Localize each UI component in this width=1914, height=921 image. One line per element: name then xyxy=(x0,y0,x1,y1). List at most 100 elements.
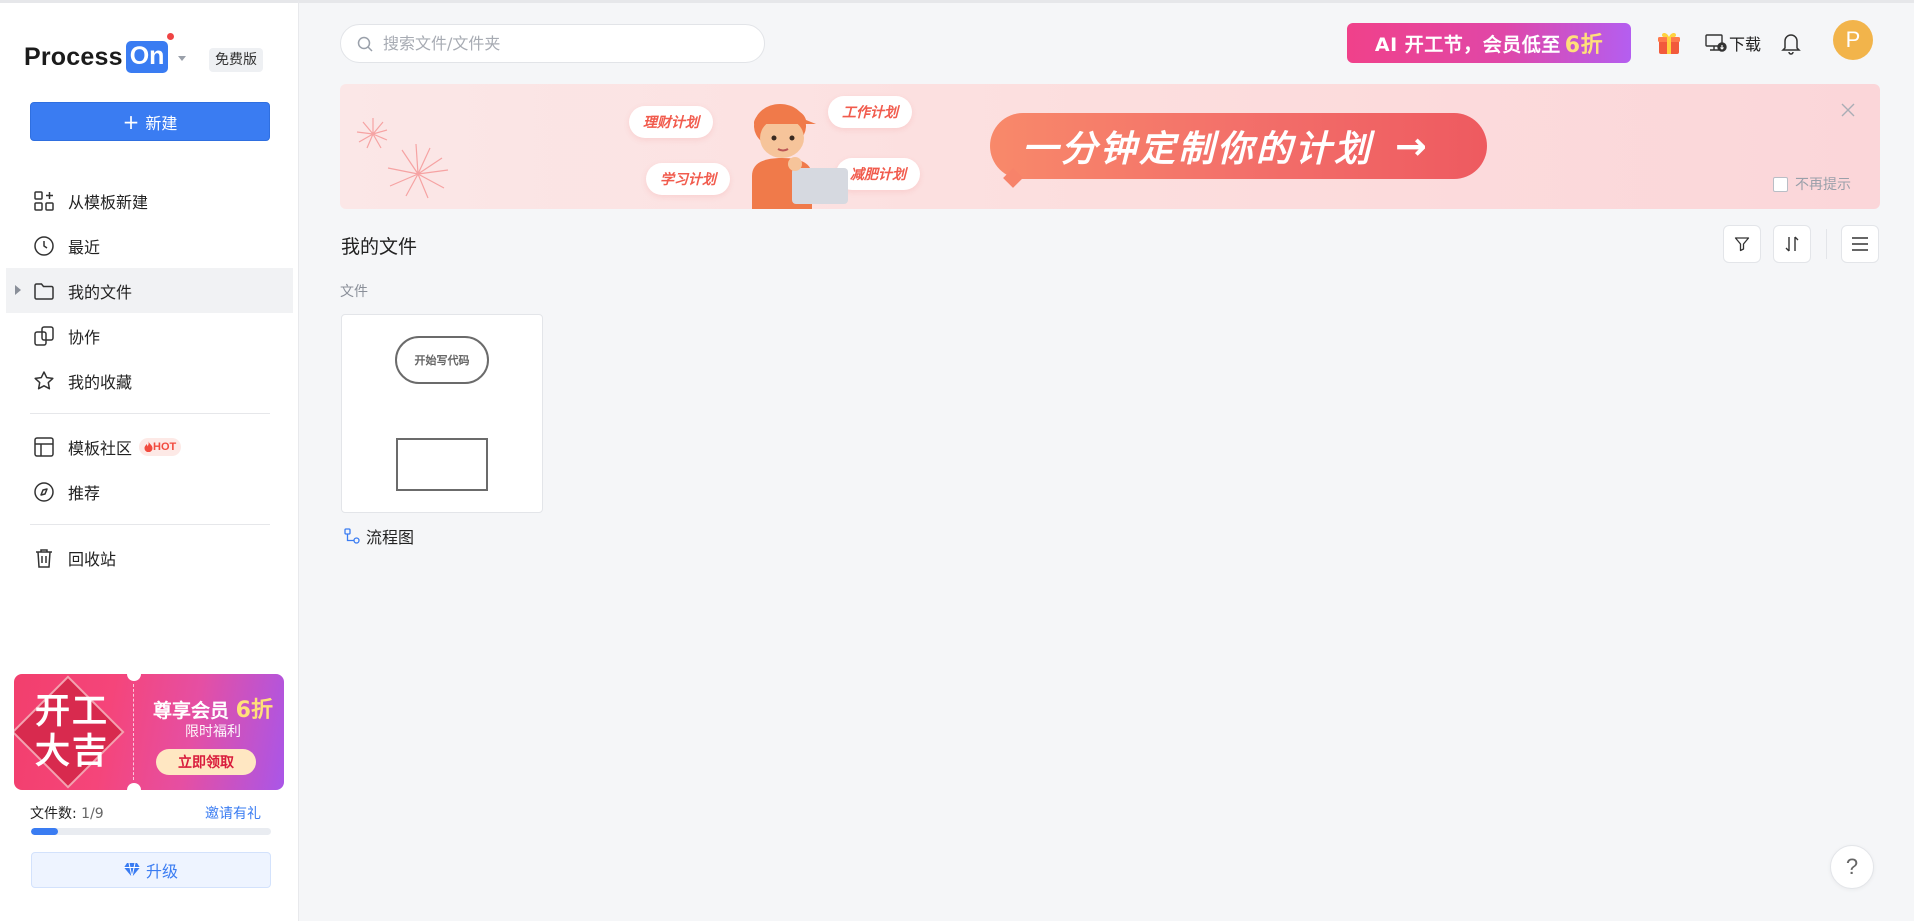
gift-icon[interactable] xyxy=(1656,30,1682,56)
claim-button[interactable]: 立即领取 xyxy=(156,749,256,775)
divider xyxy=(30,413,270,414)
no-remind-checkbox[interactable]: 不再提示 xyxy=(1773,174,1851,194)
search-icon xyxy=(357,36,373,52)
notification-dot xyxy=(167,33,175,40)
edition-badge[interactable]: 免费版 xyxy=(209,48,263,72)
download-label: 下载 xyxy=(1729,35,1762,54)
character-illustration xyxy=(752,104,848,209)
sidebar-item-template-community[interactable]: 模板社区 HOT xyxy=(6,424,293,469)
promo-notch xyxy=(127,783,141,790)
arrow-right-icon: → xyxy=(1395,124,1430,168)
file-card[interactable]: 开始写代码 xyxy=(341,314,543,513)
promo-discount: 6折 xyxy=(235,698,273,723)
sidebar-nav: 从模板新建 最近 我的文件 协作 我的收藏 模板社区 HOT 推荐 回收站 xyxy=(6,178,293,580)
filter-icon xyxy=(1734,237,1750,252)
plan-tag[interactable]: 理财计划 xyxy=(629,106,713,138)
diamond-icon xyxy=(123,863,140,877)
clock-icon xyxy=(33,235,55,257)
sidebar-item-label: 模板社区 xyxy=(68,438,133,458)
promo-title-text: 尊享会员 xyxy=(153,700,230,722)
download-button[interactable]: 下载 xyxy=(1705,30,1761,56)
list-view-button[interactable] xyxy=(1841,225,1879,263)
ai-promo-banner[interactable]: AI 开工节，会员低至 6折 xyxy=(1347,23,1631,63)
toolbar-divider xyxy=(1826,229,1827,259)
sidebar-item-label: 从模板新建 xyxy=(68,192,149,212)
sidebar-item-label: 最近 xyxy=(68,237,101,257)
sidebar-item-label: 我的文件 xyxy=(68,282,133,302)
hot-badge-text: HOT xyxy=(153,440,177,453)
plan-cta-text: 一分钟定制你的计划 xyxy=(1022,129,1374,170)
firework-decoration xyxy=(356,118,449,199)
invite-link[interactable]: 邀请有礼 xyxy=(205,803,261,823)
thumbnail-process-node xyxy=(396,438,488,491)
flowchart-icon xyxy=(344,528,360,544)
no-remind-label: 不再提示 xyxy=(1795,177,1851,193)
logo-on-text: On xyxy=(129,42,165,70)
new-button[interactable]: + 新建 xyxy=(30,102,270,141)
thumbnail-start-node: 开始写代码 xyxy=(395,336,489,384)
flame-icon xyxy=(144,441,153,452)
hot-badge: HOT xyxy=(139,437,182,456)
ai-banner-discount: 6折 xyxy=(1564,33,1604,58)
divider xyxy=(30,524,270,525)
search-box[interactable] xyxy=(340,24,765,63)
close-icon[interactable] xyxy=(1840,102,1856,118)
bell-icon[interactable] xyxy=(1780,31,1802,55)
plan-tag[interactable]: 学习计划 xyxy=(646,163,730,195)
avatar[interactable]: P xyxy=(1833,20,1873,60)
file-count: 文件数: 1/9 xyxy=(30,803,104,823)
checkbox[interactable] xyxy=(1773,176,1788,192)
sidebar-item-recent[interactable]: 最近 xyxy=(6,223,293,268)
promo-card[interactable]: 开工大吉 尊享会员 6折 限时福利 立即领取 xyxy=(14,674,284,790)
sidebar-item-favorites[interactable]: 我的收藏 xyxy=(6,358,293,403)
progress-fill xyxy=(31,828,58,835)
plan-banner[interactable]: 理财计划 工作计划 学习计划 减肥计划 一分钟定制你的计划 → 不再提示 xyxy=(340,84,1880,209)
file-name-text: 流程图 xyxy=(366,528,415,547)
promo-divider xyxy=(133,684,134,780)
sidebar-item-from-template[interactable]: 从模板新建 xyxy=(6,178,293,223)
help-button[interactable]: ? xyxy=(1830,845,1874,889)
list-icon xyxy=(1852,237,1868,251)
section-label: 文件 xyxy=(340,284,368,300)
compass-icon xyxy=(33,481,55,503)
logo-text: Process xyxy=(24,42,123,71)
promo-big-text: 开工大吉 xyxy=(34,692,109,772)
file-name[interactable]: 流程图 xyxy=(344,524,414,548)
grid-plus-icon xyxy=(33,190,55,212)
search-input[interactable] xyxy=(383,34,743,53)
top-border xyxy=(299,0,1914,3)
caret-right-icon[interactable] xyxy=(15,285,21,295)
sidebar-item-label: 回收站 xyxy=(68,549,117,569)
page-title: 我的文件 xyxy=(341,236,418,258)
chevron-down-icon[interactable] xyxy=(178,55,187,61)
download-desktop-icon xyxy=(1705,34,1727,52)
sidebar-item-recommend[interactable]: 推荐 xyxy=(6,469,293,514)
template-icon xyxy=(33,436,55,458)
ai-banner-text: AI 开工节，会员低至 xyxy=(1374,33,1561,56)
star-icon xyxy=(33,370,55,392)
sidebar-item-collaborate[interactable]: 协作 xyxy=(6,313,293,358)
plan-cta-button[interactable]: 一分钟定制你的计划 → xyxy=(990,113,1487,188)
sort-button[interactable] xyxy=(1773,225,1811,263)
sidebar-item-label: 协作 xyxy=(68,327,101,347)
promo-title: 尊享会员 6折 xyxy=(146,692,280,724)
upgrade-label: 升级 xyxy=(145,862,178,881)
bubble-tail xyxy=(1003,168,1023,188)
promo-subtitle: 限时福利 xyxy=(185,724,241,740)
trash-icon xyxy=(33,547,55,569)
folder-icon xyxy=(33,280,55,302)
sidebar-item-label: 推荐 xyxy=(68,483,101,503)
promo-notch xyxy=(127,674,141,681)
file-count-progress xyxy=(31,828,271,835)
sidebar-item-trash[interactable]: 回收站 xyxy=(6,535,293,580)
collaborate-icon xyxy=(33,325,55,347)
logo[interactable]: Process On xyxy=(24,33,187,75)
sidebar: Process On 免费版 + 新建 从模板新建 最近 我的文件 协作 我的收… xyxy=(0,0,299,921)
new-button-label: 新建 xyxy=(145,113,178,133)
sidebar-item-my-files[interactable]: 我的文件 xyxy=(6,268,293,313)
filter-button[interactable] xyxy=(1723,225,1761,263)
file-count-value: 1/9 xyxy=(81,806,104,822)
upgrade-button[interactable]: 升级 xyxy=(31,852,271,888)
sidebar-item-label: 我的收藏 xyxy=(68,372,133,392)
sort-icon xyxy=(1785,236,1799,252)
